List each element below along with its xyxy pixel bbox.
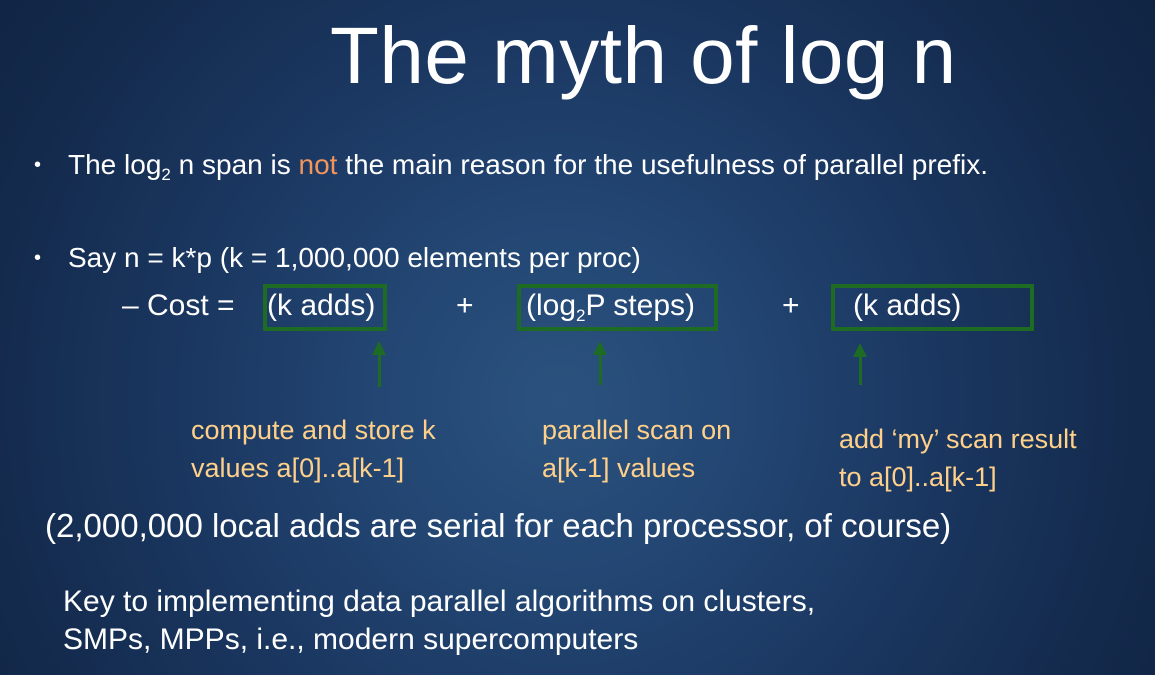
cost-plus-1: + xyxy=(456,289,474,322)
note-1-line-1: compute and store k xyxy=(191,415,436,445)
arrow-shaft xyxy=(859,356,862,385)
bullet-dot: • xyxy=(34,154,42,176)
arrow-shaft xyxy=(378,354,381,387)
note-2-line-2: a[k-1] values xyxy=(542,453,696,483)
bullet-1-post-b: the main reason for the usefulness of pa… xyxy=(337,149,989,180)
cost-prefix: – Cost = xyxy=(122,289,235,322)
arrow-up-icon xyxy=(372,341,386,355)
highlight-box-3 xyxy=(831,284,1034,331)
bullet-1-sub: 2 xyxy=(161,165,171,184)
key-line-1: Key to implementing data parallel algori… xyxy=(63,585,816,618)
bullet-1-pre: The log xyxy=(68,149,162,180)
note-2: parallel scan on a[k-1] values xyxy=(542,411,731,487)
cost-plus-2: + xyxy=(782,289,800,322)
note-3-line-1: add ‘my’ scan result xyxy=(839,424,1077,454)
highlight-box-2 xyxy=(517,284,718,331)
highlight-box-1 xyxy=(263,284,387,331)
bullet-1-text: The log2 n span is not the main reason f… xyxy=(68,147,988,187)
note-2-line-1: parallel scan on xyxy=(542,415,732,445)
bullet-dot: • xyxy=(34,247,42,269)
slide-title: The myth of log n xyxy=(330,11,957,100)
arrow-up-icon xyxy=(853,343,867,357)
bullet-1-highlight: not xyxy=(298,149,338,180)
note-1-line-2: values a[0]..a[k-1] xyxy=(191,453,405,483)
note-3-line-2: to a[0]..a[k-1] xyxy=(839,462,997,492)
serial-note: (2,000,000 local adds are serial for eac… xyxy=(45,507,952,544)
bullet-2-text: Say n = k*p (k = 1,000,000 elements per … xyxy=(68,242,641,273)
arrow-up-icon xyxy=(593,341,607,355)
arrow-shaft xyxy=(599,354,602,385)
bullet-1-post-a: n span is xyxy=(170,149,299,180)
note-1: compute and store k values a[0]..a[k-1] xyxy=(191,411,436,487)
note-3: add ‘my’ scan result to a[0]..a[k-1] xyxy=(839,420,1077,496)
key-line-2: SMPs, MPPs, i.e., modern supercomputers xyxy=(63,623,639,656)
key-statement: Key to implementing data parallel algori… xyxy=(63,583,815,659)
